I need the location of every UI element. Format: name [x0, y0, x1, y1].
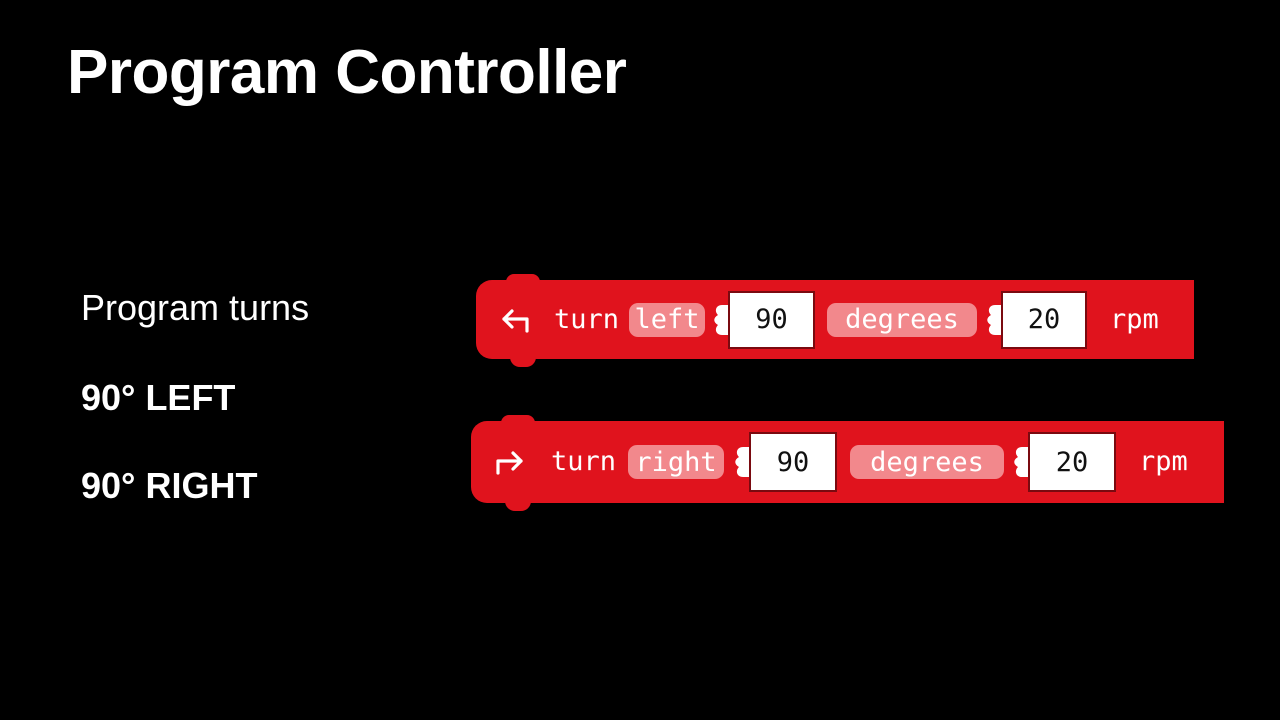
turn-verb-label: turn — [554, 303, 620, 335]
speed-unit-label: rpm — [1139, 446, 1188, 477]
speed-unit-label: rpm — [1110, 303, 1159, 335]
direction-dropdown[interactable]: left — [629, 302, 705, 337]
right-turn-label: 90° RIGHT — [81, 465, 258, 506]
turn-right-arrow-icon — [496, 451, 523, 475]
speed-input[interactable]: 20 — [1001, 290, 1087, 349]
turn-left-block[interactable]: turn left 90 degrees 20 rpm — [476, 274, 1194, 367]
turn-right-block[interactable]: turn right 90 degrees 20 rpm — [471, 415, 1224, 511]
angle-input[interactable]: 90 — [728, 290, 815, 349]
angle-input[interactable]: 90 — [749, 432, 837, 492]
input-connector-icon — [987, 304, 1001, 335]
unit-dropdown[interactable]: degrees — [827, 302, 977, 337]
left-turn-label: 90° LEFT — [81, 377, 236, 418]
turn-left-arrow-icon — [502, 308, 529, 333]
slide-title: Program Controller — [67, 38, 627, 107]
unit-dropdown[interactable]: degrees — [850, 445, 1004, 479]
slide: Program Controller Program turns 90° LEF… — [0, 0, 1280, 720]
input-connector-icon — [735, 447, 749, 477]
turn-verb-label: turn — [551, 446, 617, 477]
speed-input[interactable]: 20 — [1028, 432, 1116, 492]
direction-dropdown[interactable]: right — [628, 445, 724, 479]
intro-label: Program turns — [81, 287, 310, 328]
input-connector-icon — [1014, 447, 1028, 477]
input-connector-icon — [714, 304, 728, 335]
